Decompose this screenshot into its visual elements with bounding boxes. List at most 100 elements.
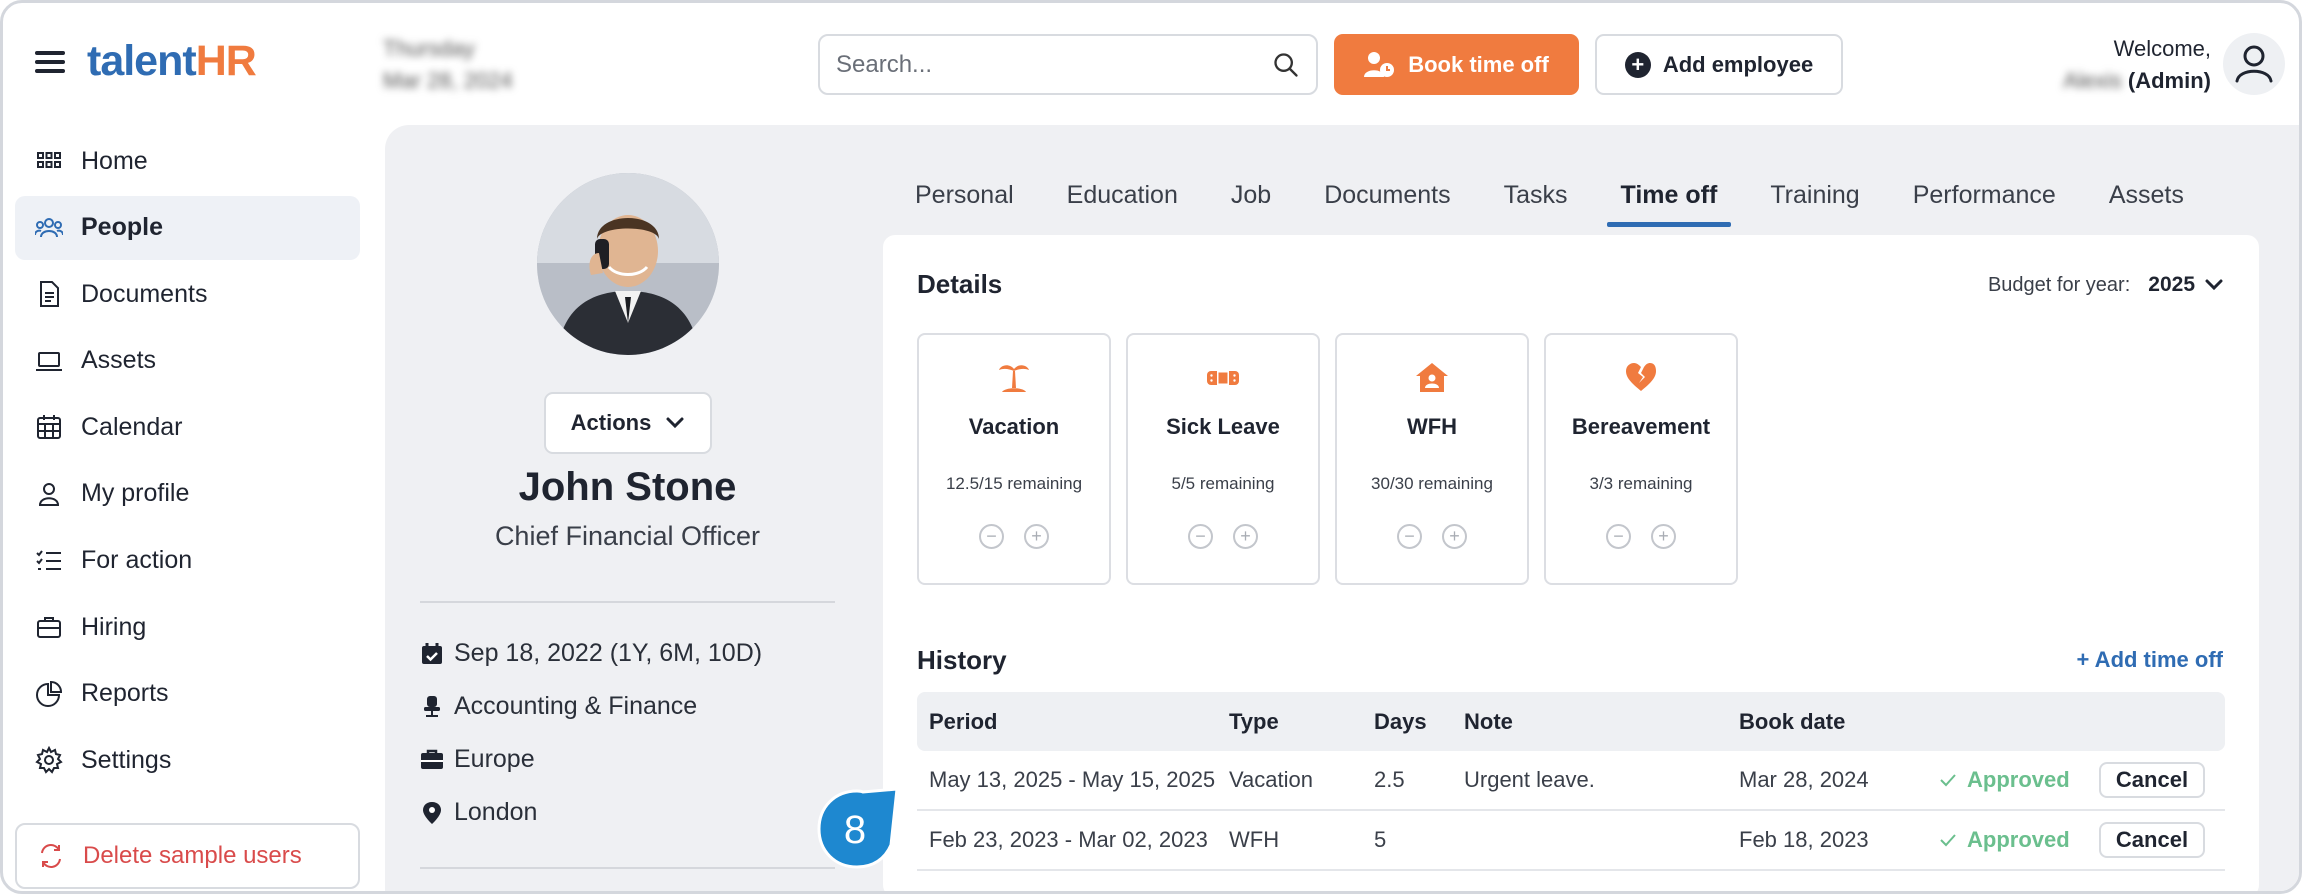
sidebar-item-reports[interactable]: Reports [15, 662, 360, 726]
cell-period: May 13, 2025 - May 15, 2025 [929, 767, 1216, 792]
welcome-block: Welcome, Alexis (Admin) [2063, 33, 2211, 97]
actions-label: Actions [570, 410, 652, 435]
search-input[interactable] [836, 36, 1256, 93]
sidebar-item-settings[interactable]: Settings [15, 728, 360, 792]
search-icon[interactable] [1272, 51, 1300, 79]
callout-number: 8 [844, 808, 866, 852]
user-avatar-icon[interactable] [2223, 33, 2285, 95]
increase-button[interactable]: + [1651, 524, 1676, 549]
sidebar-item-label: For action [81, 546, 193, 575]
tab-assets[interactable]: Assets [2109, 173, 2184, 226]
add-employee-label: Add employee [1662, 51, 1814, 77]
cell-type: Vacation [1229, 767, 1313, 792]
sidebar-item-assets[interactable]: Assets [15, 329, 360, 393]
table-row: May 13, 2025 - May 15, 2025 Vacation 2.5… [917, 751, 2225, 811]
department-row: Accounting & Finance [420, 692, 697, 721]
sidebar-item-calendar[interactable]: Calendar [15, 395, 360, 459]
logo-text-talent: talent [87, 37, 197, 85]
add-time-off-link[interactable]: + Add time off [2077, 647, 2223, 673]
employee-photo-icon [537, 173, 719, 355]
cell-note: Urgent leave. [1464, 767, 1595, 792]
welcome-text: Welcome, [2113, 36, 2211, 61]
user-clock-icon [1364, 51, 1395, 77]
cancel-button[interactable]: Cancel [2099, 762, 2205, 798]
delete-sample-users-button[interactable]: Delete sample users [15, 823, 360, 889]
budget-year-select[interactable]: Budget for year: 2025 [1988, 273, 2223, 297]
cell-days: 5 [1374, 827, 1387, 852]
sidebar-item-label: Settings [81, 745, 172, 774]
tab-tasks[interactable]: Tasks [1504, 173, 1568, 226]
profile-divider [420, 867, 835, 869]
laptop-icon [36, 351, 62, 371]
decrease-button[interactable]: − [1397, 524, 1422, 549]
sidebar-item-my-profile[interactable]: My profile [15, 462, 360, 526]
sidebar-item-documents[interactable]: Documents [15, 262, 360, 326]
tab-training[interactable]: Training [1770, 173, 1859, 226]
decrease-button[interactable]: − [1188, 524, 1213, 549]
leave-card-bereavement: Bereavement 3/3 remaining − + [1544, 333, 1738, 585]
sidebar-item-label: Calendar [81, 412, 183, 441]
sidebar-item-for-action[interactable]: For action [15, 529, 360, 593]
increase-button[interactable]: + [1024, 524, 1049, 549]
leave-remaining: 12.5/15 remaining [945, 474, 1083, 493]
column-header-days[interactable]: Days [1374, 709, 1464, 735]
details-title: Details [917, 269, 1003, 299]
chevron-down-icon [666, 417, 684, 429]
book-time-off-button[interactable]: Book time off [1334, 34, 1579, 95]
sidebar-item-hiring[interactable]: Hiring [15, 595, 360, 659]
status-badge: Approved [1939, 827, 2099, 853]
actions-dropdown-button[interactable]: Actions [544, 392, 712, 454]
palm-tree-icon [999, 365, 1029, 392]
logo-text-hr: HR [195, 37, 257, 85]
office-chair-icon [424, 695, 440, 717]
tab-time-off[interactable]: Time off [1606, 173, 1732, 227]
calendar-check-icon [422, 642, 442, 664]
leave-card-wfh: WFH 30/30 remaining − + [1335, 333, 1529, 585]
tab-personal[interactable]: Personal [915, 173, 1014, 226]
calendar-icon [37, 415, 61, 440]
search-box[interactable] [818, 34, 1318, 95]
decrease-button[interactable]: − [979, 524, 1004, 549]
app-logo[interactable]: talentHR [87, 37, 257, 86]
document-icon [40, 281, 59, 308]
pie-chart-icon [36, 680, 63, 707]
increase-button[interactable]: + [1233, 524, 1258, 549]
leave-remaining: 30/30 remaining [1371, 474, 1493, 493]
decrease-button[interactable]: − [1606, 524, 1631, 549]
column-header-note[interactable]: Note [1464, 709, 1739, 735]
sidebar-item-label: Documents [81, 279, 208, 308]
check-icon [1940, 774, 1956, 787]
add-employee-button[interactable]: + Add employee [1595, 34, 1843, 95]
menu-icon[interactable] [35, 51, 65, 73]
map-pin-icon [423, 801, 441, 824]
employee-job-title: Chief Financial Officer [494, 521, 761, 551]
date-value: Mar 28, 2024 [383, 68, 513, 93]
tab-documents[interactable]: Documents [1324, 173, 1450, 226]
cell-type: WFH [1229, 827, 1280, 852]
broken-heart-icon [1626, 363, 1656, 391]
sidebar-item-people[interactable]: People [15, 195, 360, 260]
tab-performance[interactable]: Performance [1913, 173, 2056, 226]
column-header-book-date[interactable]: Book date [1739, 709, 1939, 735]
tab-job[interactable]: Job [1231, 173, 1271, 226]
column-header-type[interactable]: Type [1229, 709, 1374, 735]
start-date-row: Sep 18, 2022 (1Y, 6M, 10D) [420, 639, 762, 668]
chevron-down-icon [2205, 279, 2223, 291]
region-value: Europe [454, 745, 535, 773]
time-off-card: Details Budget for year: 2025 Vacation 1… [883, 235, 2259, 891]
sidebar-item-home[interactable]: Home [15, 129, 360, 193]
user-icon [38, 482, 60, 506]
employee-avatar [537, 173, 719, 355]
leave-name: Vacation [968, 414, 1060, 439]
cancel-button[interactable]: Cancel [2099, 822, 2205, 858]
increase-button[interactable]: + [1442, 524, 1467, 549]
date-day: Thursday [383, 36, 475, 61]
briefcase-icon [421, 749, 443, 769]
plus-circle-icon: + [1624, 51, 1651, 78]
tab-education[interactable]: Education [1067, 173, 1178, 226]
region-row: Europe [420, 745, 535, 774]
user-role: (Admin) [2127, 68, 2211, 93]
leave-name: WFH [1406, 414, 1458, 439]
column-header-period[interactable]: Period [917, 709, 1229, 735]
table-row: Feb 23, 2023 - Mar 02, 2023 WFH 5 Feb 18… [917, 811, 2225, 871]
